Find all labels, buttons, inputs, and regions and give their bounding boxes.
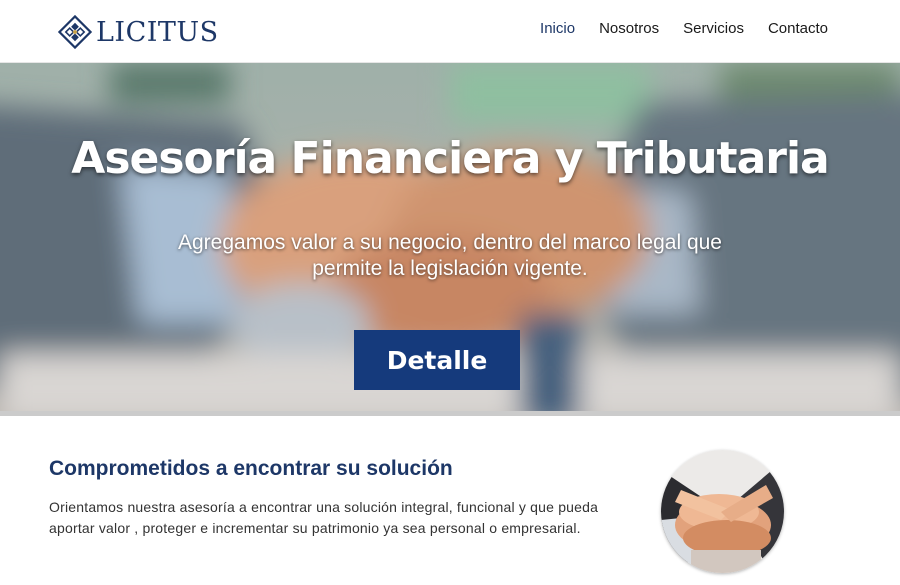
hero-banner: Asesoría Financiera y Tributaria Agregam…	[0, 63, 900, 416]
team-hands-image	[661, 450, 784, 573]
nav-item-servicios[interactable]: Servicios	[683, 20, 744, 37]
hero-subtitle: Agregamos valor a su negocio, dentro del…	[178, 231, 722, 280]
logo-link[interactable]: LICITUS	[58, 13, 219, 51]
nav-item-nosotros[interactable]: Nosotros	[599, 20, 659, 37]
detail-button[interactable]: Detalle	[354, 330, 520, 390]
hero-title: Asesoría Financiera y Tributaria	[71, 133, 829, 184]
main-nav: Inicio Nosotros Servicios Contacto	[540, 20, 828, 37]
nav-item-inicio[interactable]: Inicio	[540, 20, 575, 37]
logo-text: LICITUS	[96, 16, 219, 48]
site-header: LICITUS Inicio Nosotros Servicios Contac…	[0, 0, 900, 63]
section-text: Orientamos nuestra asesoría a encontrar …	[49, 499, 599, 536]
section-title: Comprometidos a encontrar su solución	[49, 457, 453, 480]
nav-item-contacto[interactable]: Contacto	[768, 20, 828, 37]
logo-icon	[58, 15, 92, 49]
